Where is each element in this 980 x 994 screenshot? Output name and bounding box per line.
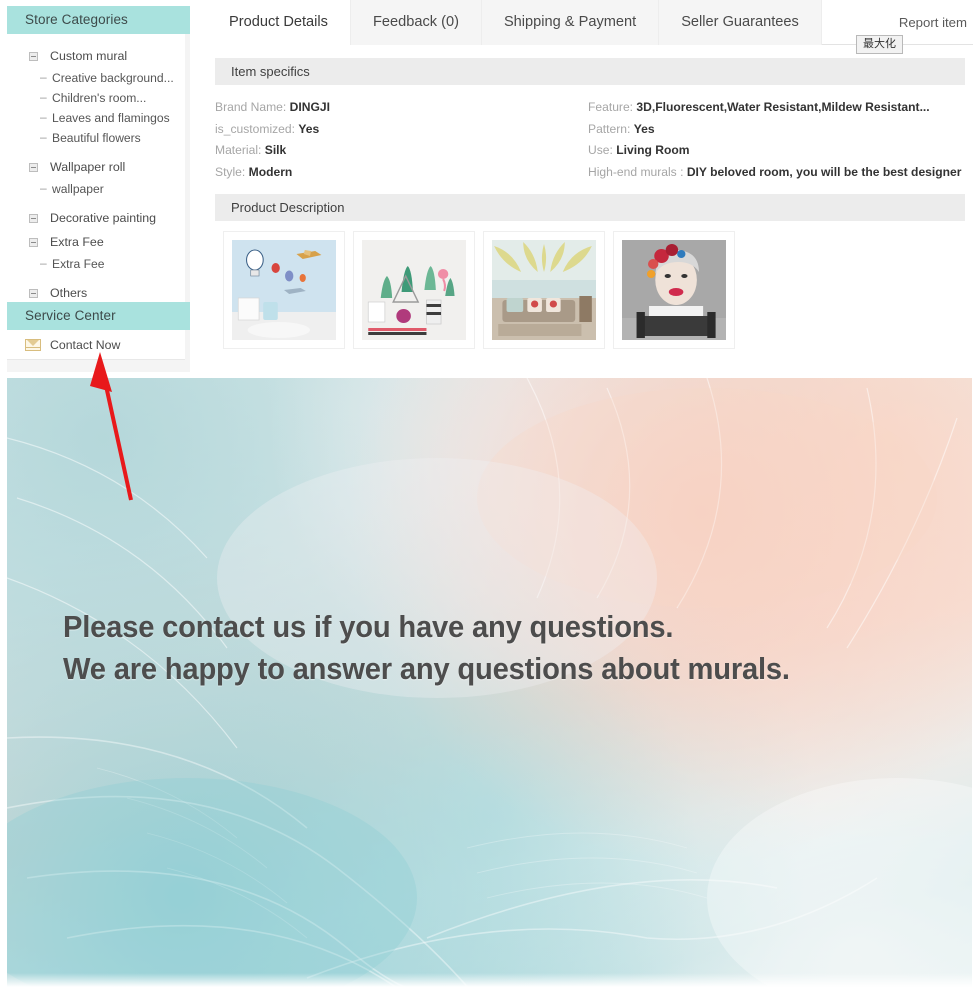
spec-value: Modern [248,164,293,179]
sidebar-item-extra-fee-child[interactable]: Extra Fee [7,254,185,274]
list-spacer [7,148,185,155]
spec-value: Living Room [616,143,690,157]
banner-line-2: We are happy to answer any questions abo… [63,651,790,686]
sidebar-item-custom-mural[interactable]: Custom mural [7,44,185,68]
collapse-box-icon[interactable] [29,51,38,61]
cactus-kids-room-image [362,240,466,340]
report-item-link[interactable]: Report item [899,0,967,45]
banner-bottom-fade [7,973,972,987]
sidebar-item-decorative-painting[interactable]: Decorative painting [7,206,185,230]
spec-value: 3D,Fluorescent,Water Resistant,Mildew Re… [636,100,930,114]
product-thumbnail-3[interactable] [483,231,605,349]
spec-row: Pattern: Yes [588,119,961,141]
tab-shipping-payment[interactable]: Shipping & Payment [481,0,660,45]
collapse-box-icon[interactable] [29,162,38,172]
nursery-balloons-image [232,240,336,340]
spec-row: Material: Silk [215,140,330,162]
store-product-page: Store Categories Custom mural Creative b… [0,0,980,994]
sidebar-item-leaves-and-flamingos[interactable]: Leaves and flamingos [7,108,185,128]
store-categories-panel: Store Categories Custom mural Creative b… [7,6,190,313]
product-description-header: Product Description [215,194,965,221]
sidebar-item-extra-fee[interactable]: Extra Fee [7,230,185,254]
spec-value: Yes [298,121,320,136]
list-spacer [7,274,185,281]
spec-value: DIY beloved room, you will be the best d… [686,164,962,179]
top-content-area: Store Categories Custom mural Creative b… [0,0,980,378]
spec-label: Style: [215,164,246,179]
product-thumbnail-4[interactable] [613,231,735,349]
spec-label: Material: [215,143,262,157]
category-label: Decorative painting [50,211,157,225]
main-content: Product Details Feedback (0) Shipping & … [207,0,973,378]
category-list: Custom mural Creative background... Chil… [7,44,185,305]
list-spacer [7,199,185,206]
contact-banner: Please contact us if you have any questi… [7,378,972,987]
sidebar: Store Categories Custom mural Creative b… [7,6,190,372]
spec-row: Use: Living Room [588,140,961,162]
spec-row: Brand Name: DINGJI [215,97,330,119]
sidebar-item-beautiful-flowers[interactable]: Beautiful flowers [7,128,185,148]
banner-text-block: Please contact us if you have any questi… [63,606,790,690]
spec-row: Style: Modern [215,162,330,184]
spec-label: Pattern: [588,121,631,136]
sidebar-item-wallpaper-roll[interactable]: Wallpaper roll [7,155,185,179]
spec-value: Silk [264,143,287,157]
product-thumbnail-1[interactable] [223,231,345,349]
collapse-box-icon[interactable] [29,237,38,247]
spec-row: is_customized: Yes [215,119,330,141]
store-categories-title: Store Categories [7,6,190,34]
banner-line-1: Please contact us if you have any questi… [63,609,674,644]
palm-seaside-living-room-image [492,240,596,340]
spec-value: Yes [633,121,655,136]
spec-label: High-end murals : [588,164,684,179]
sidebar-item-childrens-room[interactable]: Children's room... [7,88,185,108]
category-label: Wallpaper roll [50,160,126,174]
envelope-icon [25,338,41,351]
maximize-tooltip: 最大化 [856,35,903,54]
spec-label: Brand Name: [215,100,287,114]
collapse-box-icon[interactable] [29,213,38,223]
product-thumbnail-2[interactable] [353,231,475,349]
spec-row: High-end murals : DIY beloved room, you … [588,162,961,184]
contact-now-label: Contact Now [50,337,121,352]
item-specifics-header: Item specifics [215,58,965,85]
product-thumbnail-row [207,221,973,349]
category-label: Others [50,286,88,300]
spec-label: Use: [588,143,613,157]
contact-now-row[interactable]: Contact Now [7,330,185,360]
collapse-box-icon[interactable] [29,288,38,298]
tab-product-details[interactable]: Product Details [207,0,351,45]
store-categories-body: Custom mural Creative background... Chil… [7,34,185,313]
spec-value: DINGJI [289,100,330,114]
service-center-title: Service Center [7,302,190,330]
marilyn-monroe-graffiti-image [622,240,726,340]
sidebar-item-wallpaper[interactable]: wallpaper [7,179,185,199]
spec-label: Feature: [588,100,634,114]
tab-seller-guarantees[interactable]: Seller Guarantees [659,0,822,45]
item-specifics-left-column: Brand Name: DINGJI is_customized: Yes Ma… [215,97,330,183]
item-specifics-right-column: Feature: 3D,Fluorescent,Water Resistant,… [588,97,961,183]
tab-feedback[interactable]: Feedback (0) [350,0,482,45]
spec-row: Feature: 3D,Fluorescent,Water Resistant,… [588,97,961,119]
item-specifics-table: Brand Name: DINGJI is_customized: Yes Ma… [207,85,973,181]
category-label: Extra Fee [50,235,104,249]
category-label: Custom mural [50,49,128,63]
service-center-panel: Service Center Contact Now [7,302,190,360]
sidebar-item-creative-background[interactable]: Creative background... [7,68,185,88]
spec-label: is_customized: [215,121,295,136]
